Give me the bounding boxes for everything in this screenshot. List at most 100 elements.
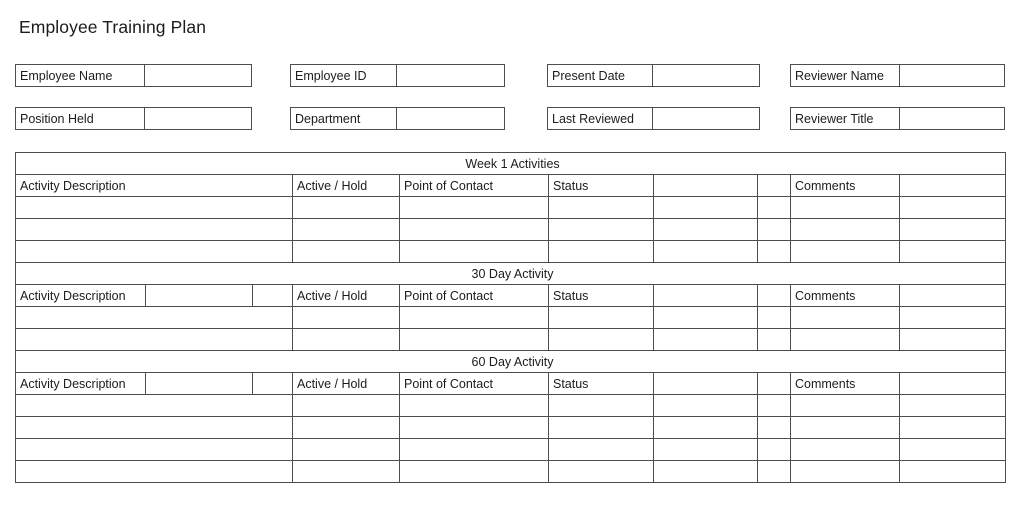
cell-point-of-contact[interactable] xyxy=(399,394,549,417)
col-header-spacer-c xyxy=(653,284,758,307)
page-title: Employee Training Plan xyxy=(19,17,207,37)
cell-narrow-spacer[interactable] xyxy=(757,394,791,417)
cell-narrow-spacer[interactable] xyxy=(757,218,791,241)
cell-status-extra[interactable] xyxy=(653,460,758,483)
table-row xyxy=(15,196,1007,219)
cell-activity-description[interactable] xyxy=(15,460,293,483)
cell-comments[interactable] xyxy=(790,306,900,329)
cell-status[interactable] xyxy=(548,218,654,241)
cell-narrow-spacer[interactable] xyxy=(757,460,791,483)
cell-status-extra[interactable] xyxy=(653,240,758,263)
field-department: Department xyxy=(290,107,505,130)
cell-narrow-spacer[interactable] xyxy=(757,438,791,461)
cell-comments[interactable] xyxy=(790,416,900,439)
col-header-spacer-a xyxy=(145,284,253,307)
cell-point-of-contact[interactable] xyxy=(399,328,549,351)
cell-comments[interactable] xyxy=(790,438,900,461)
field-present-date-input[interactable] xyxy=(653,65,759,86)
cell-comments-extra[interactable] xyxy=(898,460,1007,483)
cell-status[interactable] xyxy=(548,438,654,461)
cell-status[interactable] xyxy=(548,394,654,417)
cell-active-hold[interactable] xyxy=(292,438,400,461)
cell-active-hold[interactable] xyxy=(292,196,400,219)
table-row xyxy=(15,218,1007,241)
cell-status[interactable] xyxy=(548,328,654,351)
cell-active-hold[interactable] xyxy=(292,218,400,241)
field-department-input[interactable] xyxy=(397,108,504,129)
cell-status[interactable] xyxy=(548,240,654,263)
cell-comments[interactable] xyxy=(790,328,900,351)
cell-status[interactable] xyxy=(548,460,654,483)
cell-comments[interactable] xyxy=(790,394,900,417)
cell-comments-extra[interactable] xyxy=(898,394,1007,417)
cell-narrow-spacer[interactable] xyxy=(757,328,791,351)
col-header-spacer-b xyxy=(252,372,293,395)
cell-comments-extra[interactable] xyxy=(898,416,1007,439)
cell-status-extra[interactable] xyxy=(653,306,758,329)
column-header-row: Activity Description Active / Hold Point o… xyxy=(15,372,1007,395)
field-last-reviewed-label: Last Reviewed xyxy=(548,108,653,129)
cell-point-of-contact[interactable] xyxy=(399,416,549,439)
field-reviewer-title-input[interactable] xyxy=(900,108,1004,129)
cell-comments-extra[interactable] xyxy=(898,306,1007,329)
cell-activity-description[interactable] xyxy=(15,416,293,439)
cell-status-extra[interactable] xyxy=(653,438,758,461)
cell-activity-description[interactable] xyxy=(15,306,293,329)
cell-point-of-contact[interactable] xyxy=(399,306,549,329)
cell-active-hold[interactable] xyxy=(292,416,400,439)
cell-active-hold[interactable] xyxy=(292,240,400,263)
cell-status-extra[interactable] xyxy=(653,416,758,439)
cell-active-hold[interactable] xyxy=(292,394,400,417)
cell-activity-description[interactable] xyxy=(15,328,293,351)
col-header-spacer-c xyxy=(653,372,758,395)
field-reviewer-name-label: Reviewer Name xyxy=(791,65,900,86)
cell-active-hold[interactable] xyxy=(292,328,400,351)
col-header-spacer-e xyxy=(898,174,1007,197)
cell-comments[interactable] xyxy=(790,240,900,263)
cell-active-hold[interactable] xyxy=(292,460,400,483)
cell-active-hold[interactable] xyxy=(292,306,400,329)
field-last-reviewed-input[interactable] xyxy=(653,108,759,129)
field-present-date-label: Present Date xyxy=(548,65,653,86)
cell-status-extra[interactable] xyxy=(653,196,758,219)
cell-comments-extra[interactable] xyxy=(898,240,1007,263)
cell-comments[interactable] xyxy=(790,196,900,219)
cell-activity-description[interactable] xyxy=(15,394,293,417)
table-row xyxy=(15,438,1007,461)
cell-activity-description[interactable] xyxy=(15,438,293,461)
cell-narrow-spacer[interactable] xyxy=(757,306,791,329)
cell-comments[interactable] xyxy=(790,460,900,483)
cell-status-extra[interactable] xyxy=(653,394,758,417)
cell-point-of-contact[interactable] xyxy=(399,438,549,461)
cell-status[interactable] xyxy=(548,196,654,219)
col-header-comments: Comments xyxy=(790,284,900,307)
cell-comments-extra[interactable] xyxy=(898,328,1007,351)
field-reviewer-name-input[interactable] xyxy=(900,65,1004,86)
cell-narrow-spacer[interactable] xyxy=(757,416,791,439)
field-position-held-label: Position Held xyxy=(16,108,145,129)
cell-narrow-spacer[interactable] xyxy=(757,196,791,219)
col-header-status: Status xyxy=(548,174,654,197)
field-employee-id-input[interactable] xyxy=(397,65,504,86)
cell-comments-extra[interactable] xyxy=(898,196,1007,219)
cell-point-of-contact[interactable] xyxy=(399,218,549,241)
field-present-date: Present Date xyxy=(547,64,760,87)
cell-point-of-contact[interactable] xyxy=(399,460,549,483)
cell-narrow-spacer[interactable] xyxy=(757,240,791,263)
cell-point-of-contact[interactable] xyxy=(399,196,549,219)
field-employee-name-input[interactable] xyxy=(145,65,251,86)
cell-comments-extra[interactable] xyxy=(898,218,1007,241)
cell-comments[interactable] xyxy=(790,218,900,241)
cell-status[interactable] xyxy=(548,306,654,329)
cell-point-of-contact[interactable] xyxy=(399,240,549,263)
cell-comments-extra[interactable] xyxy=(898,438,1007,461)
cell-status-extra[interactable] xyxy=(653,218,758,241)
section-header-row: 30 Day Activity xyxy=(14,262,1007,285)
cell-activity-description[interactable] xyxy=(15,240,293,263)
field-reviewer-title-label: Reviewer Title xyxy=(791,108,900,129)
cell-activity-description[interactable] xyxy=(15,218,293,241)
cell-activity-description[interactable] xyxy=(15,196,293,219)
cell-status-extra[interactable] xyxy=(653,328,758,351)
cell-status[interactable] xyxy=(548,416,654,439)
field-position-held-input[interactable] xyxy=(145,108,251,129)
